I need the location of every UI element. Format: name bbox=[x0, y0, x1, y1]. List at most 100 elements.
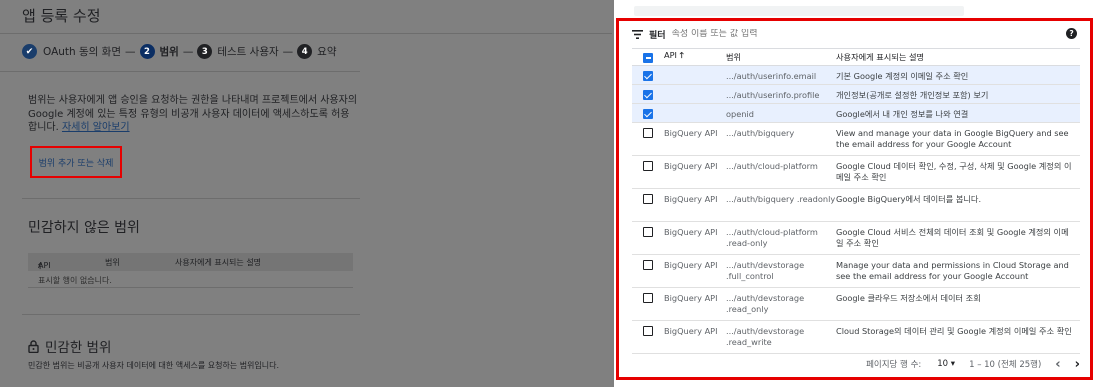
row-scope: .../auth/bigquery bbox=[726, 122, 836, 156]
table-row[interactable]: BigQuery API .../auth/cloud-platform .rea… bbox=[632, 221, 1080, 255]
row-checkbox-cell bbox=[632, 84, 662, 104]
chevron-right-icon[interactable]: › bbox=[1075, 357, 1080, 372]
col-scope: 범위 bbox=[105, 258, 120, 267]
step-separator: — bbox=[282, 45, 294, 58]
table-row[interactable]: BigQuery API .../auth/cloud-platform Googl… bbox=[632, 155, 1080, 189]
row-description: Google BigQuery에서 데이터를 봅니다. bbox=[836, 188, 1080, 222]
step-number-3: 3 bbox=[197, 44, 213, 59]
row-checkbox[interactable] bbox=[643, 326, 653, 336]
row-checkbox[interactable] bbox=[643, 128, 653, 138]
row-checkbox-cell bbox=[632, 221, 662, 255]
row-scope: .../auth/cloud-platform bbox=[726, 155, 836, 189]
row-api bbox=[662, 103, 726, 123]
table-row[interactable]: BigQuery API .../auth/devstorage .full_co… bbox=[632, 254, 1080, 288]
dropdown-arrow-icon: ▾ bbox=[950, 359, 956, 369]
learn-more-link[interactable]: 자세히 알아보기 bbox=[62, 122, 130, 133]
table-row[interactable]: .../auth/userinfo.email 기본 Google 계정의 이메일… bbox=[632, 65, 1080, 85]
row-description: 개인정보(공개로 설정한 개인정보 포함) 보기 bbox=[836, 84, 1080, 104]
row-checkbox[interactable] bbox=[643, 90, 653, 100]
row-checkbox-cell bbox=[632, 103, 662, 123]
row-checkbox-cell bbox=[632, 65, 662, 85]
non-sensitive-scopes-title: 민감하지 않은 범위 bbox=[28, 220, 140, 236]
row-checkbox-cell bbox=[632, 287, 662, 321]
row-description: 기본 Google 계정의 이메일 주소 확인 bbox=[836, 65, 1080, 85]
row-checkbox[interactable] bbox=[643, 260, 653, 270]
step-oauth-consent[interactable]: OAuth 동의 화면 bbox=[43, 44, 121, 59]
filter-label: 필터 bbox=[649, 30, 666, 41]
select-all-cell bbox=[632, 48, 662, 66]
step-test-users[interactable]: 테스트 사용자 bbox=[217, 44, 278, 59]
page-range: 1 – 10 (전체 25행) bbox=[969, 360, 1042, 370]
row-scope: openid bbox=[726, 103, 836, 123]
chevron-left-icon[interactable]: ‹ bbox=[1055, 357, 1060, 372]
sort-up-arrow-icon: 🡑 bbox=[679, 50, 684, 60]
row-api: BigQuery API bbox=[662, 122, 726, 156]
row-description: Google Cloud 데이터 확인, 수정, 구성, 삭제 및 Google… bbox=[836, 155, 1080, 189]
row-api: BigQuery API bbox=[662, 155, 726, 189]
row-checkbox[interactable] bbox=[643, 194, 653, 204]
row-checkbox[interactable] bbox=[643, 293, 653, 303]
table-row[interactable]: BigQuery API .../auth/devstorage .read_on… bbox=[632, 287, 1080, 321]
stepper: ✔ OAuth 동의 화면 — 2 범위 — 3 테스트 사용자 — 4 요약 bbox=[22, 44, 336, 59]
app-registration-page: 앱 등록 수정 ✔ OAuth 동의 화면 — 2 범위 — 3 테스트 사용자… bbox=[0, 0, 612, 387]
section-divider bbox=[22, 198, 360, 199]
table-row[interactable]: .../auth/userinfo.profile 개인정보(공개로 설정한 개인… bbox=[632, 84, 1080, 104]
rows-per-page-select[interactable]: 10 ▾ bbox=[937, 359, 955, 369]
sensitive-scopes-title: 민감한 범위 bbox=[28, 336, 111, 356]
row-api: BigQuery API bbox=[662, 188, 726, 222]
scopes-table: API 🡑 범위 사용자에게 표시되는 설명 .../auth/userinfo… bbox=[632, 48, 1080, 354]
sensitive-scopes-description: 민감한 범위는 비공개 사용자 데이터에 대한 액세스를 요청하는 범위입니다. bbox=[28, 361, 280, 370]
row-api bbox=[662, 65, 726, 85]
rows-per-page-value: 10 bbox=[937, 359, 949, 369]
col-api-header[interactable]: API 🡑 bbox=[662, 48, 726, 66]
table-row[interactable]: BigQuery API .../auth/bigquery .readonly G… bbox=[632, 188, 1080, 222]
row-description: Google Cloud 서비스 전체의 데이터 조회 및 Google 계정의… bbox=[836, 221, 1080, 255]
row-checkbox-cell bbox=[632, 155, 662, 189]
scopes-description: 범위는 사용자에게 앱 승인을 요청하는 권한을 나타내며 프로젝트에서 사용자… bbox=[28, 94, 358, 135]
row-scope: .../auth/bigquery .readonly bbox=[726, 188, 836, 222]
filter-icon[interactable] bbox=[632, 29, 643, 39]
pagination: 페이지당 행 수: 10 ▾ 1 – 10 (전체 25행) ‹ › bbox=[632, 355, 1080, 373]
row-api bbox=[662, 84, 726, 104]
header-divider bbox=[0, 33, 612, 34]
add-or-remove-scopes-button[interactable]: 범위 추가 또는 삭제 bbox=[30, 146, 122, 178]
help-icon[interactable]: ? bbox=[1066, 28, 1077, 39]
sort-up-arrow-icon: 🡑 bbox=[38, 262, 43, 271]
table-row[interactable]: openid Google에서 내 개인 정보를 나와 연결 bbox=[632, 103, 1080, 123]
check-circle-icon: ✔ bbox=[22, 44, 37, 59]
row-checkbox[interactable] bbox=[643, 227, 653, 237]
row-api: BigQuery API bbox=[662, 287, 726, 321]
step-separator: — bbox=[182, 45, 194, 58]
row-checkbox-cell bbox=[632, 188, 662, 222]
step-number-2: 2 bbox=[139, 44, 155, 59]
step-scopes[interactable]: 범위 bbox=[160, 44, 179, 59]
step-number-4: 4 bbox=[297, 44, 313, 59]
col-description: 사용자에게 표시되는 설명 bbox=[175, 258, 262, 267]
step-separator: — bbox=[125, 45, 136, 58]
row-checkbox-cell bbox=[632, 254, 662, 288]
page-title: 앱 등록 수정 bbox=[22, 7, 101, 25]
col-description-header: 사용자에게 표시되는 설명 bbox=[836, 48, 1080, 66]
table-row[interactable]: BigQuery API .../auth/bigquery View and ma… bbox=[632, 122, 1080, 156]
panel-top-cut bbox=[614, 0, 1095, 18]
table-row[interactable]: BigQuery API .../auth/devstorage .read_wr… bbox=[632, 320, 1080, 354]
table-header-row: API 🡑 범위 사용자에게 표시되는 설명 bbox=[632, 48, 1080, 66]
empty-table-message: 표시할 행이 없습니다. bbox=[38, 276, 112, 285]
filter-input[interactable] bbox=[671, 29, 1012, 39]
row-description: Google 클라우드 저장소에서 데이터 조회 bbox=[836, 287, 1080, 321]
row-description: Google에서 내 개인 정보를 나와 연결 bbox=[836, 103, 1080, 123]
select-all-checkbox[interactable] bbox=[643, 52, 653, 63]
row-api: BigQuery API bbox=[662, 221, 726, 255]
non-sensitive-table-header: API 🡑 범위 사용자에게 표시되는 설명 bbox=[28, 253, 353, 271]
lock-icon bbox=[28, 339, 39, 353]
row-scope: .../auth/devstorage .full_control bbox=[726, 254, 836, 288]
row-scope: .../auth/userinfo.profile bbox=[726, 84, 836, 104]
row-checkbox[interactable] bbox=[643, 161, 653, 171]
col-scope-header: 범위 bbox=[726, 48, 836, 66]
row-scope: .../auth/cloud-platform .read-only bbox=[726, 221, 836, 255]
step-summary[interactable]: 요약 bbox=[317, 44, 336, 59]
row-checkbox[interactable] bbox=[643, 71, 653, 81]
row-description: Cloud Storage의 데이터 관리 및 Google 계정의 이메일 주… bbox=[836, 320, 1080, 354]
row-checkbox[interactable] bbox=[643, 109, 653, 119]
row-scope: .../auth/devstorage .read_only bbox=[726, 287, 836, 321]
